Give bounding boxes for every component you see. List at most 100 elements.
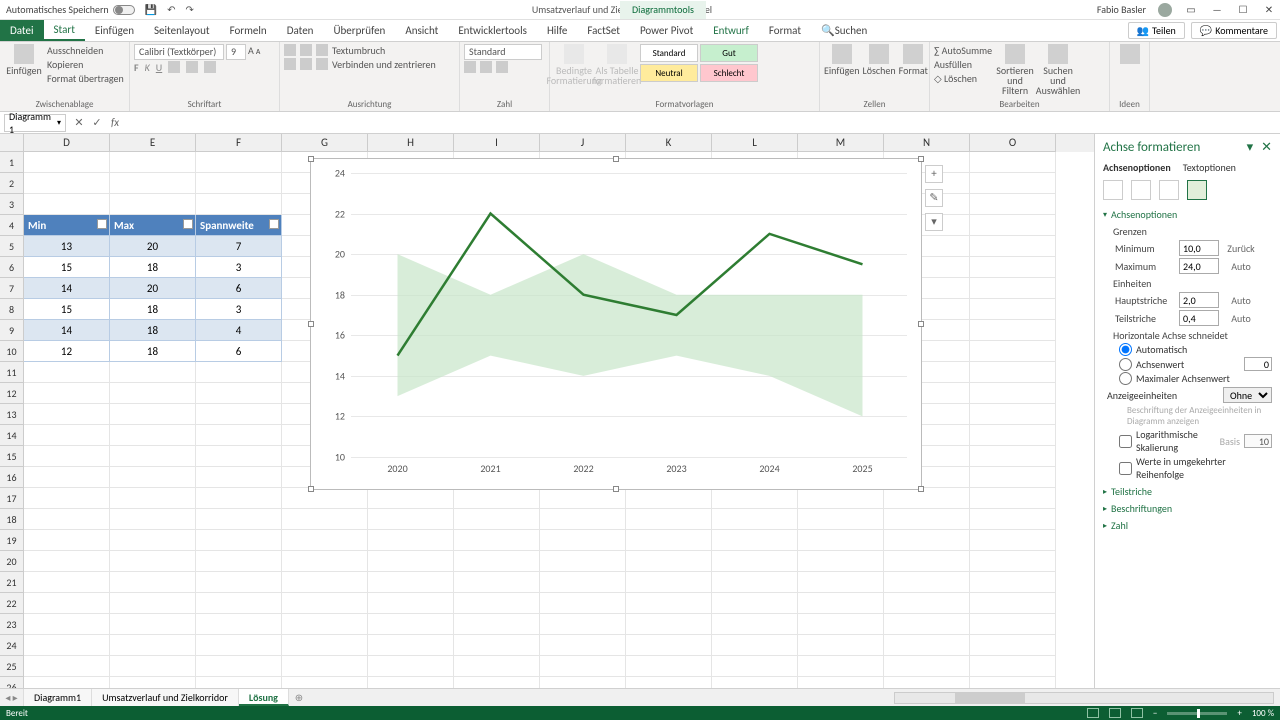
fill[interactable]: Ausfüllen [934, 58, 992, 71]
zoom-slider[interactable] [1167, 712, 1227, 715]
style-standard[interactable]: Standard [640, 44, 698, 62]
minimize-icon[interactable]: — [1210, 3, 1224, 16]
row-header[interactable]: 20 [0, 551, 24, 572]
ribbon-options-icon[interactable]: ▭ [1184, 3, 1198, 16]
fill-line-icon[interactable] [1103, 180, 1123, 200]
insert-cells[interactable]: Einfügen [824, 44, 860, 76]
italic-icon[interactable]: K [145, 61, 150, 74]
row-header[interactable]: 4 [0, 215, 24, 236]
tab-seitenlayout[interactable]: Seitenlayout [144, 20, 220, 41]
fx-icon[interactable]: fx [106, 116, 124, 129]
axis-min-input[interactable] [1179, 240, 1219, 256]
paste-button[interactable]: Einfügen [4, 44, 44, 76]
display-units-select[interactable]: Ohne [1223, 387, 1272, 403]
tab-format[interactable]: Format [759, 20, 811, 41]
axis-options-icon[interactable] [1187, 180, 1207, 200]
spreadsheet-grid[interactable]: D E F G H I J K L M N O 1234MinMaxSpannw… [0, 134, 1094, 688]
ideas-button[interactable] [1114, 44, 1145, 66]
zoom-level[interactable]: 100 % [1252, 708, 1274, 719]
save-icon[interactable]: 💾 [145, 3, 157, 16]
log-scale-check[interactable] [1119, 435, 1132, 448]
row-header[interactable]: 15 [0, 446, 24, 467]
tab-entwurf[interactable]: Entwurf [703, 20, 759, 41]
undo-icon[interactable]: ↶ [167, 3, 175, 16]
zoom-in-icon[interactable]: + [1237, 708, 1241, 719]
section-tick[interactable]: Teilstriche [1103, 485, 1272, 498]
row-header[interactable]: 8 [0, 299, 24, 320]
view-normal-icon[interactable] [1087, 708, 1099, 718]
row-header[interactable]: 5 [0, 236, 24, 257]
avatar[interactable] [1158, 3, 1172, 17]
tab-ansicht[interactable]: Ansicht [395, 20, 448, 41]
col-header[interactable]: D [24, 134, 110, 152]
row-header[interactable]: 26 [0, 677, 24, 688]
new-sheet-button[interactable]: ⊕ [289, 689, 309, 706]
comments-button[interactable]: 💬 Kommentare [1191, 22, 1277, 39]
cross-max-radio[interactable] [1119, 372, 1132, 385]
sort-filter[interactable]: Sortieren und Filtern [995, 44, 1035, 96]
axis-max-reset[interactable]: Auto [1223, 260, 1259, 273]
tab-file[interactable]: Datei [0, 20, 44, 41]
row-header[interactable]: 21 [0, 572, 24, 593]
row-header[interactable]: 6 [0, 257, 24, 278]
tab-entwicklertools[interactable]: Entwicklertools [448, 20, 537, 41]
row-header[interactable]: 1 [0, 152, 24, 173]
redo-icon[interactable]: ↷ [186, 3, 194, 16]
cut-button[interactable]: Ausschneiden [47, 44, 124, 57]
row-header[interactable]: 24 [0, 635, 24, 656]
size-props-icon[interactable] [1159, 180, 1179, 200]
row-header[interactable]: 3 [0, 194, 24, 215]
row-header[interactable]: 16 [0, 467, 24, 488]
major-unit-input[interactable] [1179, 292, 1219, 308]
maximize-icon[interactable]: ☐ [1236, 3, 1250, 16]
clear[interactable]: ◇ Löschen [934, 72, 992, 85]
section-labels[interactable]: Beschriftungen [1103, 502, 1272, 515]
decrease-font-icon[interactable]: ᴀ [256, 44, 261, 60]
reverse-order-check[interactable] [1119, 462, 1132, 475]
bold-icon[interactable]: F [134, 61, 139, 74]
tab-formeln[interactable]: Formeln [220, 20, 277, 41]
autosum[interactable]: ∑ AutoSumme [934, 44, 992, 57]
delete-cells[interactable]: Löschen [863, 44, 896, 76]
find-select[interactable]: Suchen und Auswählen [1038, 44, 1078, 96]
sheet-tab-active[interactable]: Lösung [239, 689, 289, 706]
row-header[interactable]: 11 [0, 362, 24, 383]
tab-powerpivot[interactable]: Power Pivot [630, 20, 703, 41]
row-header[interactable]: 22 [0, 593, 24, 614]
row-header[interactable]: 13 [0, 404, 24, 425]
effects-icon[interactable] [1131, 180, 1151, 200]
row-header[interactable]: 10 [0, 341, 24, 362]
horizontal-scrollbar[interactable] [894, 692, 1274, 704]
row-header[interactable]: 18 [0, 509, 24, 530]
text-options-tab[interactable]: Textoptionen [1183, 161, 1236, 174]
zoom-out-icon[interactable]: − [1153, 708, 1157, 719]
row-header[interactable]: 17 [0, 488, 24, 509]
chart-brush-icon[interactable]: ✎ [925, 189, 943, 207]
style-neutral[interactable]: Neutral [640, 64, 698, 82]
style-gut[interactable]: Gut [700, 44, 758, 62]
tab-daten[interactable]: Daten [277, 20, 324, 41]
row-header[interactable]: 19 [0, 530, 24, 551]
axis-max-input[interactable] [1179, 258, 1219, 274]
format-painter-button[interactable]: Format übertragen [47, 72, 124, 85]
sheet-nav-prev[interactable]: ◂ ▸ [0, 689, 24, 706]
row-header[interactable]: 7 [0, 278, 24, 299]
underline-icon[interactable]: U [156, 61, 162, 74]
row-header[interactable]: 23 [0, 614, 24, 635]
sheet-tab[interactable]: Diagramm1 [24, 689, 92, 706]
close-icon[interactable]: ✕ [1262, 3, 1276, 16]
cross-auto-radio[interactable] [1119, 343, 1132, 356]
cancel-icon[interactable]: ✕ [70, 116, 88, 129]
style-schlecht[interactable]: Schlecht [700, 64, 758, 82]
fill-color-icon[interactable] [186, 61, 198, 73]
chart-plus-icon[interactable]: + [925, 165, 943, 183]
pane-close-icon[interactable]: ✕ [1261, 140, 1272, 155]
tab-einfuegen[interactable]: Einfügen [85, 20, 144, 41]
enter-icon[interactable]: ✓ [88, 116, 106, 129]
chart-object[interactable]: 1012141618202224202020212022202320242025… [310, 158, 922, 490]
row-header[interactable]: 2 [0, 173, 24, 194]
pane-dropdown-icon[interactable]: ▾ [1247, 140, 1254, 155]
chart-filter-icon[interactable]: ▾ [925, 213, 943, 231]
cross-value-radio[interactable] [1119, 358, 1132, 371]
tab-ueberpruefen[interactable]: Überprüfen [323, 20, 395, 41]
